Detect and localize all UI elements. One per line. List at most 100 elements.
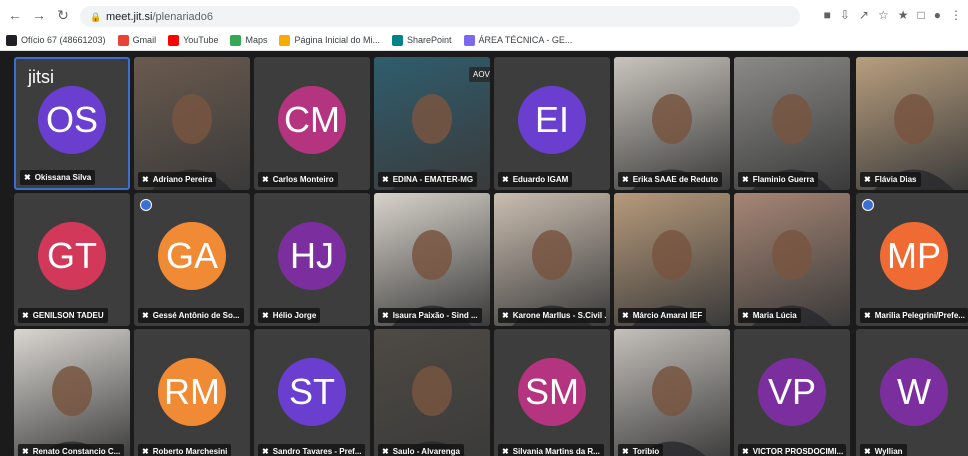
participant-tile[interactable]: VP ✖ VICTOR PROSDOCIMI...	[734, 329, 850, 456]
participant-name: EDINA - EMATER-MG	[392, 175, 474, 184]
participant-name: Toribio	[632, 447, 660, 456]
participant-tile[interactable]: ✖ Karone Marllus - S.Civil ...	[494, 193, 610, 326]
forward-arrow-icon[interactable]: →	[30, 6, 48, 24]
participant-tile[interactable]: GA ✖ Gessé Antônio de So...	[134, 193, 250, 326]
participant-tile[interactable]: ✖ Maria Lúcia	[734, 193, 850, 326]
bookmark-label: ÁREA TÉCNICA - GE...	[478, 35, 573, 45]
mic-muted-icon: ✖	[382, 447, 389, 456]
connection-indicator-icon[interactable]	[862, 199, 874, 211]
window-icon[interactable]: □	[918, 8, 925, 22]
participant-tile[interactable]: ✖ Flaminio Guerra	[734, 57, 850, 190]
reload-icon[interactable]: ↻	[54, 6, 72, 24]
participant-name: Hélio Jorge	[272, 311, 317, 320]
participant-avatar: EI	[518, 85, 586, 154]
bookmark-item[interactable]: ÁREA TÉCNICA - GE...	[463, 34, 573, 46]
back-arrow-icon[interactable]: ←	[6, 6, 24, 24]
participant-tile[interactable]: EI ✖ Eduardo IGAM	[494, 57, 610, 190]
share-icon[interactable]: ↗	[859, 8, 869, 22]
participant-tile[interactable]: ✖ Erika SAAE de Reduto	[614, 57, 730, 190]
browser-chrome: ← → ↻ ⌂ 🔒 meet.jit.si/plenariado6 ■ ⇩ ↗ …	[0, 0, 968, 51]
participant-name-bar: ✖ Maria Lúcia	[738, 308, 801, 323]
participant-name-bar: ✖ Erika SAAE de Reduto	[618, 172, 723, 187]
participant-video	[14, 329, 130, 456]
mic-muted-icon: ✖	[24, 173, 31, 182]
bookmark-label: YouTube	[183, 35, 219, 45]
participant-tile[interactable]: ✖ Isaura Paixão - Sind ...	[374, 193, 490, 326]
extensions-icon[interactable]: ★	[898, 8, 909, 22]
participant-name: Flaminio Guerra	[752, 175, 815, 184]
toolbar-actions: ■ ⇩ ↗ ☆ ★ □ ● ⋮	[824, 6, 962, 24]
participant-tile[interactable]: ✖ Saulo - Alvarenga	[374, 329, 490, 456]
bookmark-label: Ofício 67 (48661203)	[21, 35, 106, 45]
mic-muted-icon: ✖	[382, 311, 389, 320]
profile-icon[interactable]: ●	[934, 8, 941, 22]
mic-muted-icon: ✖	[502, 311, 509, 320]
bookmark-label: Gmail	[132, 35, 157, 45]
bookmark-label: Página Inicial do Mi...	[294, 35, 381, 45]
participant-video	[734, 193, 850, 326]
participant-tile[interactable]: ✖ Márcio Amaral IEF	[614, 193, 730, 326]
url-host: meet.jit.si	[106, 10, 153, 23]
participant-name-bar: ✖ VICTOR PROSDOCIMI...	[738, 444, 846, 456]
participant-video	[734, 57, 850, 190]
bookmark-icon	[279, 34, 291, 46]
mic-muted-icon: ✖	[142, 175, 149, 184]
mic-muted-icon: ✖	[502, 175, 509, 184]
star-icon[interactable]: ☆	[878, 8, 889, 22]
mic-muted-icon: ✖	[142, 311, 149, 320]
participant-name: Silvania Martins da R...	[512, 447, 600, 456]
participant-tile[interactable]: ✖EDINA - EMATER-MG AOVIVO	[374, 57, 490, 190]
participant-name-bar: ✖ Carlos Monteiro	[258, 172, 338, 187]
participant-avatar: CM	[278, 85, 346, 154]
participant-tile[interactable]: ✖ Adriano Pereira	[134, 57, 250, 190]
participant-tile[interactable]: ✖ Renato Constancio C...	[14, 329, 130, 456]
bookmark-item[interactable]: Maps	[230, 34, 267, 46]
participant-tile[interactable]: ✖ Toribio	[614, 329, 730, 456]
lock-icon: 🔒	[90, 11, 102, 22]
participant-name-bar: ✖ Márcio Amaral IEF	[618, 308, 707, 323]
participant-video	[614, 193, 730, 326]
participant-tile[interactable]: MP ✖ Marilia Pelegrini/Prefe...	[856, 193, 968, 326]
bookmark-label: SharePoint	[407, 35, 452, 45]
bookmark-item[interactable]: SharePoint	[392, 34, 452, 46]
participant-name: Karone Marllus - S.Civil ...	[512, 311, 606, 320]
jitsi-logo[interactable]: jitsi	[28, 67, 54, 88]
participant-name-bar: ✖ Eduardo IGAM	[498, 172, 573, 187]
mic-muted-icon: ✖	[142, 447, 149, 456]
participant-name-bar: ✖ Toribio	[618, 444, 664, 456]
participant-tile[interactable]: RM ✖ Roberto Marchesini	[134, 329, 250, 456]
bookmark-item[interactable]: Gmail	[117, 34, 157, 46]
mic-muted-icon: ✖	[622, 311, 629, 320]
participant-tile[interactable]: W ✖ Wyllian	[856, 329, 968, 456]
participant-tile[interactable]: OS ✖ Okissana Silva jitsi	[14, 57, 130, 190]
address-bar[interactable]: 🔒 meet.jit.si/plenariado6	[80, 6, 800, 27]
participant-tile[interactable]: ✖ Flávia Dias	[856, 57, 968, 190]
participant-video	[494, 193, 610, 326]
bookmarks-bar: Ofício 67 (48661203) Gmail YouTube Maps Pági…	[0, 30, 968, 50]
participant-name: Sandro Tavares - Pref...	[272, 447, 362, 456]
participant-name-bar: ✖ Flaminio Guerra	[738, 172, 819, 187]
participant-name: Renato Constancio C...	[32, 447, 121, 456]
mic-muted-icon: ✖	[742, 311, 749, 320]
participant-tile[interactable]: GT ✖ GENILSON TADEU	[14, 193, 130, 326]
participant-name: Erika SAAE de Reduto	[632, 175, 719, 184]
participant-tile[interactable]: HJ ✖ Hélio Jorge	[254, 193, 370, 326]
participant-tile[interactable]: CM ✖ Carlos Monteiro	[254, 57, 370, 190]
participant-name: Marilia Pelegrini/Prefe...	[874, 311, 965, 320]
participant-name-bar: ✖ Wyllian	[860, 444, 907, 456]
participant-avatar: GT	[38, 221, 106, 290]
camera-icon[interactable]: ■	[824, 8, 831, 22]
participant-name: Wyllian	[874, 447, 903, 456]
bookmark-item[interactable]: Ofício 67 (48661203)	[6, 34, 106, 46]
participant-video	[374, 193, 490, 326]
menu-icon[interactable]: ⋮	[950, 8, 962, 22]
download-icon[interactable]: ⇩	[840, 8, 850, 22]
participant-name: Okissana Silva	[34, 173, 92, 182]
bookmark-item[interactable]: YouTube	[168, 34, 219, 46]
connection-indicator-icon[interactable]	[140, 199, 152, 211]
participant-avatar: MP	[880, 221, 948, 290]
participant-name: Maria Lúcia	[752, 311, 797, 320]
bookmark-item[interactable]: Página Inicial do Mi...	[279, 34, 381, 46]
participant-tile[interactable]: SM ✖ Silvania Martins da R...	[494, 329, 610, 456]
participant-tile[interactable]: ST ✖ Sandro Tavares - Pref...	[254, 329, 370, 456]
